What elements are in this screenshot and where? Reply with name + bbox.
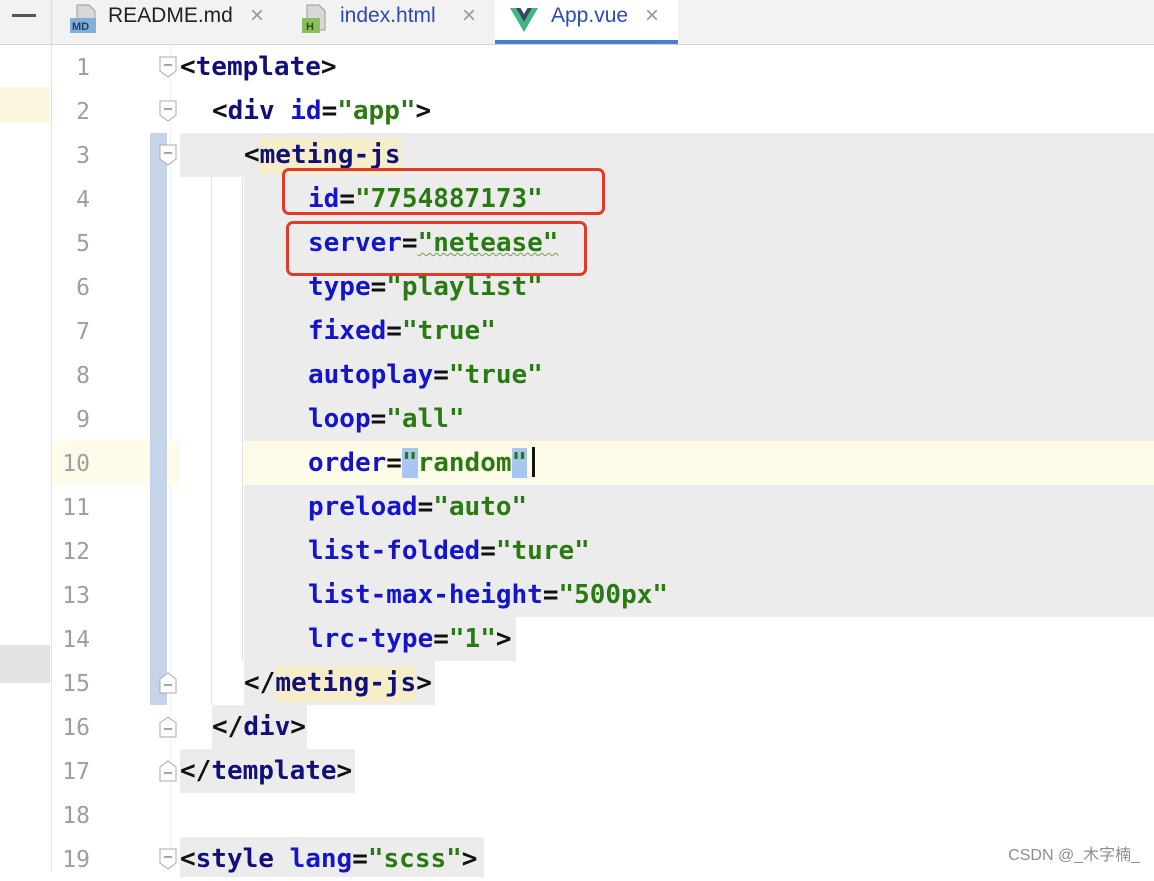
code-text: order="random" xyxy=(308,448,528,478)
code-line[interactable]: 19 <style lang="scss"> xyxy=(52,837,1154,881)
code-line[interactable]: 13 list-max-height="500px" xyxy=(52,573,1154,617)
line-number: 7 xyxy=(76,319,90,345)
code-text: <template> xyxy=(180,52,337,82)
code-text: autoplay="true" xyxy=(308,360,543,390)
code-text: list-max-height="500px" xyxy=(308,580,669,610)
markdown-file-icon: MD xyxy=(70,4,96,33)
tab-readme[interactable]: MD README.md × xyxy=(70,0,280,44)
code-text: </template> xyxy=(180,756,353,786)
annotation-box-server xyxy=(286,221,587,276)
tab-app-vue[interactable]: App.vue × xyxy=(495,0,678,44)
code-line[interactable]: 15 </meting-js> xyxy=(52,661,1154,705)
tab-label: App.vue xyxy=(551,4,629,27)
fold-open-icon[interactable] xyxy=(159,848,177,870)
code-line[interactable]: 8 autoplay="true" xyxy=(52,353,1154,397)
code-text: type="playlist" xyxy=(308,272,543,302)
tab-label: README.md xyxy=(108,4,233,27)
minus-icon xyxy=(12,14,36,17)
close-icon[interactable]: × xyxy=(462,3,476,29)
code-text: list-folded="ture" xyxy=(308,536,590,566)
code-text: preload="auto" xyxy=(308,492,528,522)
code-text: fixed="true" xyxy=(308,316,496,346)
line-number: 18 xyxy=(62,803,90,829)
code-line[interactable]: 16 </div> xyxy=(52,705,1154,749)
active-tab-indicator xyxy=(495,40,678,44)
text-caret xyxy=(532,447,535,477)
line-number: 12 xyxy=(62,539,90,565)
code-line[interactable]: 2 <div id="app"> xyxy=(52,89,1154,133)
vue-file-icon xyxy=(510,8,538,32)
code-line[interactable]: 6 type="playlist" xyxy=(52,265,1154,309)
fold-close-icon[interactable] xyxy=(159,716,177,738)
code-text: </div> xyxy=(212,712,306,742)
fold-close-icon[interactable] xyxy=(159,760,177,782)
close-icon[interactable]: × xyxy=(250,3,264,29)
fold-open-icon[interactable] xyxy=(159,100,177,122)
line-number: 13 xyxy=(62,583,90,609)
line-number: 5 xyxy=(76,231,90,257)
fold-open-icon[interactable] xyxy=(159,56,177,78)
line-number: 10 xyxy=(62,451,90,477)
tool-window-strip xyxy=(0,45,52,872)
line-number: 15 xyxy=(62,671,90,697)
tab-label: index.html xyxy=(340,4,436,27)
code-line[interactable]: 18 xyxy=(52,793,1154,837)
code-text: </meting-js> xyxy=(244,666,432,702)
line-number: 11 xyxy=(62,495,90,521)
code-line[interactable]: 5 server="netease" xyxy=(52,221,1154,265)
annotation-box-id xyxy=(282,168,605,215)
line-number: 2 xyxy=(76,99,90,125)
line-number: 4 xyxy=(76,187,90,213)
line-number: 6 xyxy=(76,275,90,301)
line-number: 8 xyxy=(76,363,90,389)
svg-text:MD: MD xyxy=(72,21,89,33)
strip-marker xyxy=(0,645,50,683)
code-editor[interactable]: 1 <template> 2 <div id="app"> 3 <meting-… xyxy=(52,45,1154,877)
tab-index-html[interactable]: H index.html × xyxy=(300,0,490,44)
line-number: 3 xyxy=(76,143,90,169)
line-number: 9 xyxy=(76,407,90,433)
code-text: lrc-type="1"> xyxy=(308,624,512,654)
code-line[interactable]: 9 loop="all" xyxy=(52,397,1154,441)
line-number: 1 xyxy=(76,55,90,81)
collapse-panel-button[interactable] xyxy=(0,0,52,44)
fold-open-icon[interactable] xyxy=(159,144,177,166)
close-icon[interactable]: × xyxy=(645,3,659,29)
code-line[interactable]: 14 lrc-type="1"> xyxy=(52,617,1154,661)
code-line-current[interactable]: 10 order="random" xyxy=(52,441,1154,485)
fold-close-icon[interactable] xyxy=(159,672,177,694)
code-line[interactable]: 12 list-folded="ture" xyxy=(52,529,1154,573)
html-file-icon: H xyxy=(302,4,326,33)
code-line[interactable]: 11 preload="auto" xyxy=(52,485,1154,529)
strip-marker xyxy=(0,87,50,123)
svg-text:H: H xyxy=(306,21,314,33)
code-text: <style lang="scss"> xyxy=(180,844,478,874)
code-text: <meting-js xyxy=(244,138,401,174)
code-line[interactable]: 7 fixed="true" xyxy=(52,309,1154,353)
editor-tab-bar: MD README.md × H index.html × App.vue × xyxy=(0,0,1154,45)
watermark: CSDN @_木字楠_ xyxy=(1008,847,1140,864)
line-number: 19 xyxy=(62,847,90,873)
code-text: loop="all" xyxy=(308,404,465,434)
line-number: 14 xyxy=(62,627,90,653)
code-text: <div id="app"> xyxy=(212,96,432,126)
line-number: 17 xyxy=(62,759,90,785)
line-number: 16 xyxy=(62,715,90,741)
code-line[interactable]: 1 <template> xyxy=(52,45,1154,89)
code-line[interactable]: 17 </template> xyxy=(52,749,1154,793)
